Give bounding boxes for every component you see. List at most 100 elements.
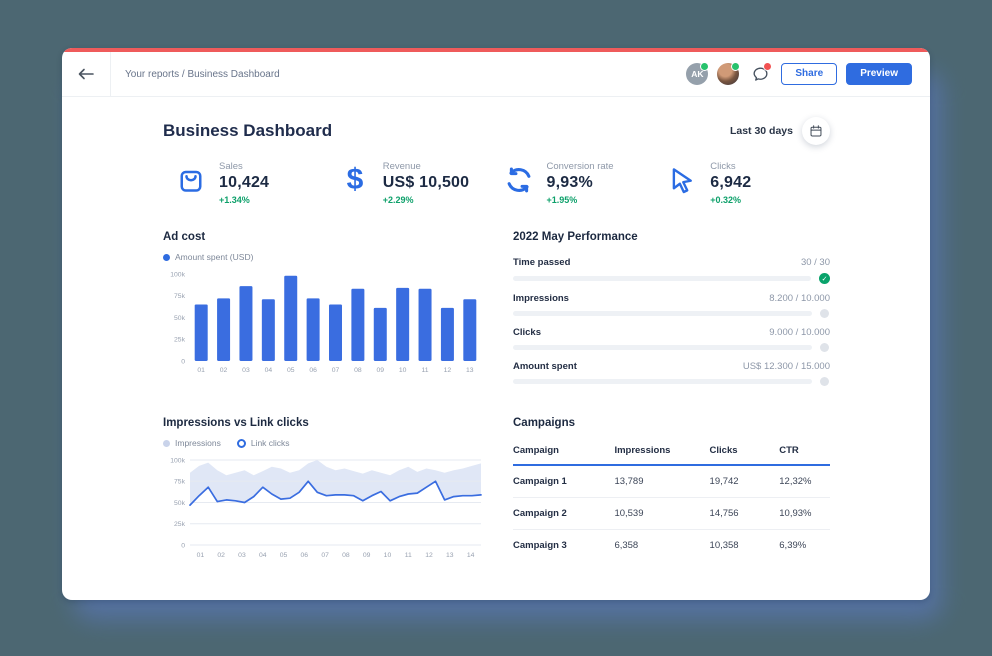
kpi-conversion-rate: Conversion rate9,93%+1.95% [503,161,667,205]
topbar-right: AK Share Preview [686,62,912,86]
table-cell: 12,32% [779,465,830,498]
online-status-dot [731,62,740,71]
kpi-clicks: Clicks6,942+0.32% [666,161,830,205]
shopping-bag-icon [175,162,207,198]
svg-text:$: $ [346,163,363,196]
svg-text:03: 03 [238,552,246,559]
topbar: Your reports / Business Dashboard AK Sha… [62,52,930,97]
date-range-label: Last 30 days [730,125,793,137]
kpi-delta: +2.29% [383,195,470,205]
avatar-ak[interactable]: AK [686,63,708,85]
table-cell: 19,742 [710,465,780,498]
progress-track [513,345,812,350]
svg-text:07: 07 [332,367,340,374]
legend-swatch-icon [163,254,170,261]
svg-text:13: 13 [466,367,474,374]
report-content: Business Dashboard Last 30 days Sales10,… [62,97,930,561]
svg-text:0: 0 [181,542,185,549]
progress-label: Impressions [513,293,569,304]
svg-text:50k: 50k [174,500,186,507]
progress-label: Time passed [513,257,570,268]
table-row: Campaign 113,78919,74212,32% [513,465,830,498]
table-cell: 10,539 [614,498,709,530]
campaigns-header-row: CampaignImpressionsClicksCTR [513,438,830,465]
table-cell: Campaign 2 [513,498,614,530]
svg-text:05: 05 [280,552,288,559]
svg-text:06: 06 [301,552,309,559]
kpi-label: Revenue [383,161,470,172]
performance-title: 2022 May Performance [513,231,830,243]
progress-value: 8.200 / 10.000 [769,293,830,304]
performance-row-impressions: Impressions 8.200 / 10.000 [513,293,830,318]
charts-row-1: Ad cost Amount spent (USD) 025k50k75k100… [163,231,830,395]
dollar-icon: $ [339,162,371,198]
table-cell: 14,756 [710,498,780,530]
ad-cost-bar-chart: 025k50k75k100k01020304050607080910111213 [163,268,485,376]
svg-text:04: 04 [265,367,273,374]
kpi-texts: Sales10,424+1.34% [219,161,269,205]
kpi-value: 9,93% [547,174,614,192]
svg-text:01: 01 [197,367,205,374]
progress-value: 30 / 30 [801,257,830,268]
performance-rows: Time passed 30 / 30 ✓ Impressions 8.200 / 10… [513,257,830,386]
legend-item-amount-spent-(usd)[interactable]: Amount spent (USD) [163,252,253,262]
table-cell: 10,358 [710,530,780,562]
status-dot-icon [820,377,829,386]
comments-button[interactable] [748,62,772,86]
calendar-button[interactable] [802,117,830,145]
back-button[interactable] [62,52,111,96]
table-cell: 6,358 [614,530,709,562]
ad-cost-panel: Ad cost Amount spent (USD) 025k50k75k100… [163,231,488,395]
notification-dot [763,62,772,71]
impressions-panel: Impressions vs Link clicks Impressions Li… [163,417,488,561]
performance-panel: 2022 May Performance Time passed 30 / 30 ✓… [513,231,830,395]
kpi-value: 10,424 [219,174,269,192]
svg-text:14: 14 [467,552,475,559]
refresh-icon [503,162,535,198]
column-header-impressions: Impressions [614,438,709,465]
svg-text:12: 12 [425,552,433,559]
svg-text:11: 11 [405,552,412,559]
kpi-delta: +1.34% [219,195,269,205]
svg-text:0: 0 [181,358,185,365]
svg-text:50k: 50k [174,315,186,322]
legend-item-impressions[interactable]: Impressions [163,438,221,448]
avatar-photo[interactable] [717,63,739,85]
performance-row-clicks: Clicks 9.000 / 10.000 [513,327,830,352]
impressions-legend: Impressions Link clicks [163,438,488,448]
impressions-title: Impressions vs Link clicks [163,417,488,429]
kpi-texts: Conversion rate9,93%+1.95% [547,161,614,205]
preview-button[interactable]: Preview [846,63,912,85]
svg-text:08: 08 [342,552,350,559]
date-range-control: Last 30 days [730,117,830,145]
svg-text:25k: 25k [174,521,186,528]
svg-text:05: 05 [287,367,295,374]
svg-text:10: 10 [384,552,392,559]
kpi-revenue: $RevenueUS$ 10,500+2.29% [339,161,503,205]
performance-row-time-passed: Time passed 30 / 30 ✓ [513,257,830,284]
title-row: Business Dashboard Last 30 days [163,117,830,145]
svg-text:10: 10 [399,367,407,374]
svg-text:75k: 75k [174,293,186,300]
progress-track [513,311,812,316]
legend-item-link-clicks[interactable]: Link clicks [237,438,290,448]
legend-swatch-icon [163,440,170,447]
kpi-texts: Clicks6,942+0.32% [710,161,751,205]
svg-text:75k: 75k [174,479,186,486]
share-button[interactable]: Share [781,63,837,85]
progress-track [513,379,812,384]
charts-row-2: Impressions vs Link clicks Impressions Li… [163,417,830,561]
performance-row-amount-spent: Amount spentUS$ 12.300 / 15.000 [513,361,830,386]
calendar-icon [809,124,823,138]
svg-text:08: 08 [354,367,362,374]
check-icon: ✓ [819,273,830,284]
progress-label: Clicks [513,327,541,338]
back-arrow-icon [78,68,94,80]
progress-value: 9.000 / 10.000 [769,327,830,338]
svg-text:07: 07 [321,552,329,559]
kpi-sales: Sales10,424+1.34% [175,161,339,205]
report-card: Your reports / Business Dashboard AK Sha… [62,48,930,600]
svg-text:25k: 25k [174,337,186,344]
svg-text:06: 06 [309,367,317,374]
column-header-ctr: CTR [779,438,830,465]
